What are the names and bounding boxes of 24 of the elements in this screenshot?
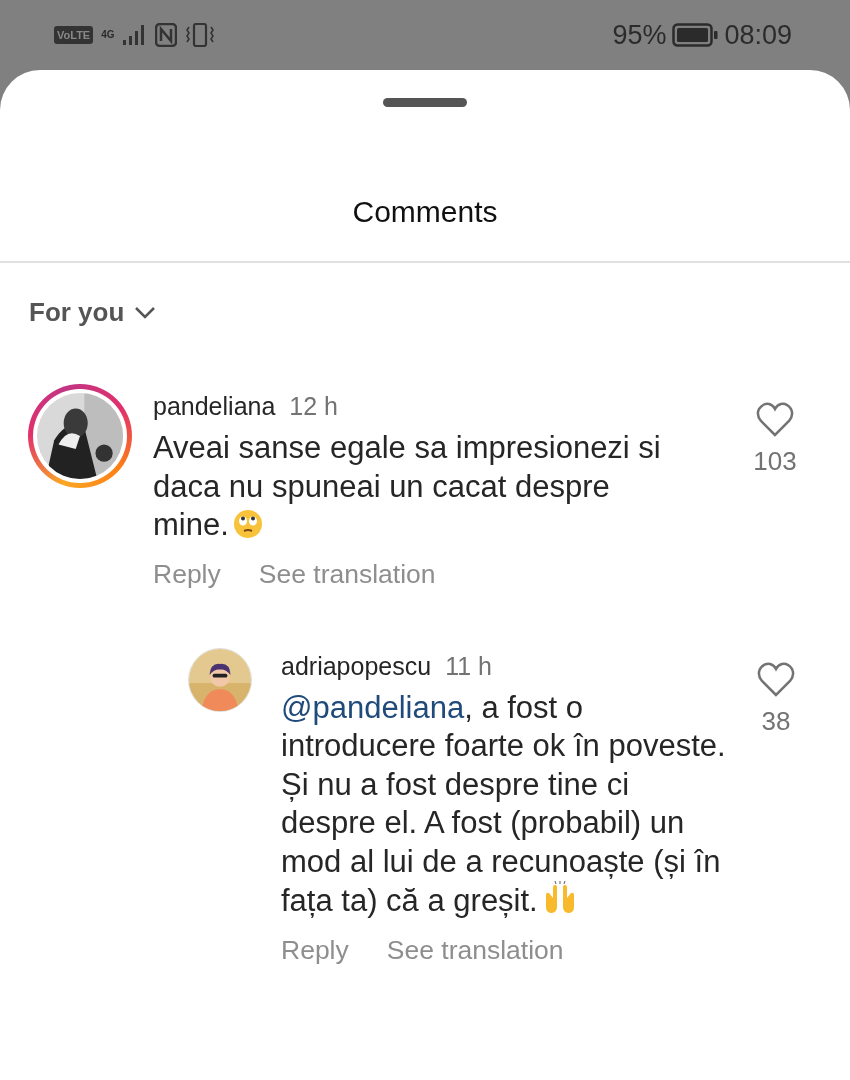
battery-icon: [672, 23, 719, 47]
clock-time: 08:09: [724, 19, 792, 51]
drag-handle[interactable]: [383, 98, 467, 107]
heart-icon[interactable]: [755, 402, 795, 438]
heart-icon[interactable]: [756, 661, 796, 698]
like-count: 38: [761, 705, 791, 737]
battery-percent: 95%: [612, 19, 667, 51]
signal-icon: [122, 25, 147, 45]
comment-text: Aveai sanse egale sa impresionezi si daca nu spuneai un cacat despre mine.: [153, 430, 661, 542]
comment-time: 11 h: [445, 651, 492, 681]
sort-dropdown[interactable]: For you: [29, 297, 157, 328]
mention-link[interactable]: @pandeliana: [281, 689, 465, 725]
sheet-title: Comments: [351, 195, 499, 229]
comment-text: @pandeliana, a fost o introducere foarte ok în poveste. Și nu a fost despre tine ci despre el. A fost (probabil) un mod al lui de a recunoaște (și în fața ta) că a greșit.: [281, 689, 726, 918]
nfc-icon: [154, 23, 177, 47]
chevron-down-icon: [134, 305, 157, 320]
network-type: 4G: [101, 30, 115, 40]
eye-roll-emoji-icon: [232, 509, 263, 539]
vibrate-icon: [184, 23, 215, 47]
comment-time: 12 h: [289, 392, 338, 421]
username[interactable]: adriapopescu: [281, 651, 432, 681]
volte-badge: VoLTE: [54, 26, 94, 44]
like-count: 103: [753, 446, 797, 477]
username[interactable]: pandeliana: [153, 392, 276, 421]
